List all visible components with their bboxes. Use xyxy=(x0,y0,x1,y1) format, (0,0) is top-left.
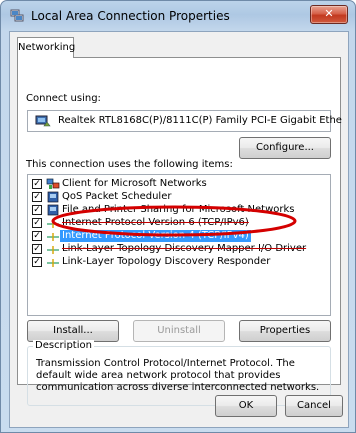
item-checkbox[interactable]: ✓ xyxy=(32,205,42,215)
item-checkbox[interactable]: ✓ xyxy=(32,218,42,228)
adapter-field[interactable]: Realtek RTL8168C(P)/8111C(P) Family PCI-… xyxy=(27,110,342,132)
tab-networking[interactable]: Networking xyxy=(17,37,75,58)
protocol-icon xyxy=(47,259,59,267)
protocol-icon xyxy=(47,246,59,254)
list-item-qos-packet-scheduler[interactable]: ✓ QoS Packet Scheduler xyxy=(30,191,328,204)
item-label: Link-Layer Topology Discovery Mapper I/O… xyxy=(62,243,307,254)
item-label: File and Printer Sharing for Microsoft N… xyxy=(62,204,295,215)
list-item-lltd-mapper[interactable]: ✓ Link-Layer Topology Discovery Mapper I… xyxy=(30,243,328,256)
components-list[interactable]: ✓ Client for Microsoft Networks ✓ QoS Pa… xyxy=(27,174,331,316)
close-button[interactable]: ✕ xyxy=(310,5,348,24)
item-label: Internet Protocol Version 6 (TCP/IPv6) xyxy=(62,217,249,228)
ok-button[interactable]: OK xyxy=(215,395,277,417)
list-item-file-and-printer-sharing[interactable]: ✓ File and Printer Sharing for Microsoft… xyxy=(30,204,328,217)
list-item-ipv4[interactable]: ✓ Internet Protocol Version 4 (TCP/IPv4) xyxy=(30,230,328,243)
connect-using-label: Connect using: xyxy=(26,93,101,104)
description-text: Transmission Control Protocol/Internet P… xyxy=(36,358,320,393)
item-label: Link-Layer Topology Discovery Responder xyxy=(62,256,271,267)
dialog-client-area: Networking Connect using: Realtek RTL816… xyxy=(9,31,349,428)
item-checkbox[interactable]: ✓ xyxy=(32,257,42,267)
window-title: Local Area Connection Properties xyxy=(31,9,230,23)
item-label: QoS Packet Scheduler xyxy=(62,191,172,202)
items-label: This connection uses the following items… xyxy=(26,159,233,170)
service-icon xyxy=(47,204,59,216)
properties-window: Local Area Connection Properties ✕ Netwo… xyxy=(0,0,356,433)
list-item-lltd-responder[interactable]: ✓ Link-Layer Topology Discovery Responde… xyxy=(30,256,328,269)
uninstall-button[interactable]: Uninstall xyxy=(133,320,225,342)
description-legend: Description xyxy=(33,340,94,351)
adapter-name: Realtek RTL8168C(P)/8111C(P) Family PCI-… xyxy=(58,115,342,126)
network-connection-icon xyxy=(10,9,24,22)
networking-panel: Connect using: Realtek RTL8168C(P)/8111C… xyxy=(17,57,342,406)
title-bar[interactable]: Local Area Connection Properties ✕ xyxy=(1,1,355,31)
install-button[interactable]: Install... xyxy=(27,320,119,342)
item-checkbox[interactable]: ✓ xyxy=(32,192,42,202)
item-label: Internet Protocol Version 4 (TCP/IPv4) xyxy=(60,230,251,242)
list-item-ipv6[interactable]: ✓ Internet Protocol Version 6 (TCP/IPv6) xyxy=(30,217,328,230)
service-icon xyxy=(47,191,59,203)
item-checkbox[interactable]: ✓ xyxy=(32,244,42,254)
network-client-icon xyxy=(46,178,60,189)
configure-button[interactable]: Configure... xyxy=(239,137,331,159)
item-checkbox[interactable]: ✓ xyxy=(32,179,42,189)
protocol-icon xyxy=(47,220,59,228)
network-adapter-icon xyxy=(35,115,51,127)
item-label: Client for Microsoft Networks xyxy=(62,178,207,189)
item-checkbox[interactable]: ✓ xyxy=(32,231,42,241)
properties-button[interactable]: Properties xyxy=(239,320,331,342)
protocol-icon xyxy=(47,233,59,241)
list-item-client-for-microsoft-networks[interactable]: ✓ Client for Microsoft Networks xyxy=(30,178,328,191)
cancel-button[interactable]: Cancel xyxy=(285,395,343,417)
